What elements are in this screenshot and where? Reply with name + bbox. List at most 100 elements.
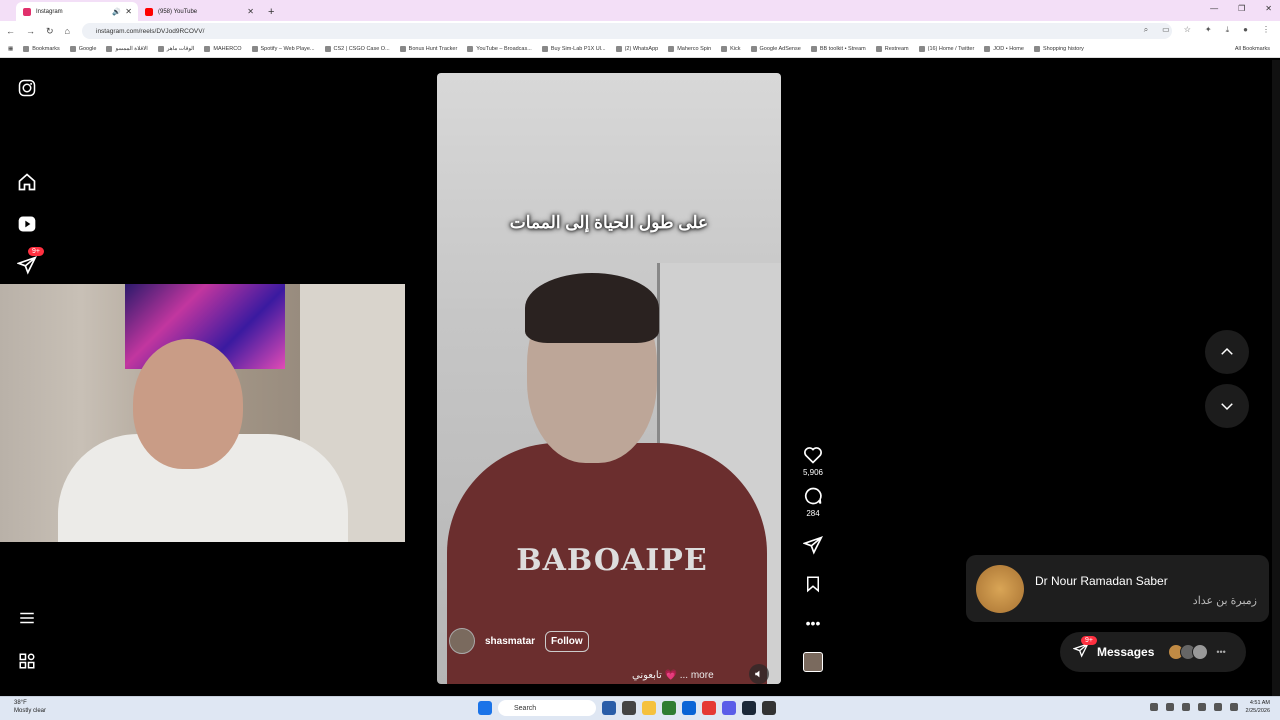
instagram-favicon-icon <box>23 7 31 16</box>
close-tab-icon[interactable]: ✕ <box>125 7 132 16</box>
tray-icon[interactable] <box>1165 703 1174 711</box>
bookmark-item[interactable]: الاقلاة الممسو <box>106 46 148 52</box>
edge-icon[interactable] <box>662 701 676 715</box>
forward-icon[interactable]: → <box>26 26 35 36</box>
minimize-icon[interactable]: — <box>1210 4 1218 13</box>
maximize-icon[interactable]: ❐ <box>1238 4 1245 13</box>
taskbar-apps: Search <box>478 700 776 716</box>
toolbar-icons: ⌕ ▭ ☆ ✦ ⤓ ● ⋮ <box>1144 25 1270 35</box>
instagram-reels-page: 9+ BABOAIPE على طول الحياة إلى الممات sh… <box>0 60 1280 696</box>
author-avatar[interactable] <box>449 628 475 654</box>
reel-video[interactable]: BABOAIPE على طول الحياة إلى الممات shasm… <box>437 73 781 684</box>
bookmark-item[interactable]: YouTube – Broadcas... <box>467 46 532 52</box>
bookmark-item[interactable]: Maherco Spin <box>668 46 711 52</box>
bookmark-item[interactable]: Shopping history <box>1033 46 1084 52</box>
ellipsis-icon: ••• <box>805 615 821 631</box>
next-reel-button[interactable] <box>1205 384 1249 428</box>
follow-button[interactable]: Follow <box>545 630 589 652</box>
page-scrollbar[interactable] <box>1272 60 1280 696</box>
tab-youtube[interactable]: (958) YouTube ✕ <box>138 2 260 21</box>
discord-icon[interactable] <box>722 701 736 715</box>
weather-widget[interactable]: 38°F Mostly clear <box>14 699 46 715</box>
chrome-icon[interactable] <box>702 701 716 715</box>
bookmark-item[interactable]: Google AdSense <box>750 46 801 52</box>
sender-avatar <box>976 565 1024 613</box>
bookmark-item[interactable]: Kick <box>721 46 741 52</box>
tray-icon[interactable] <box>1181 703 1190 711</box>
heart-icon <box>804 447 822 464</box>
share-button[interactable] <box>803 535 823 555</box>
bookmark-item[interactable]: Spotify – Web Playe... <box>251 46 315 52</box>
wifi-icon[interactable] <box>1213 703 1222 711</box>
profile-icon[interactable]: ● <box>1243 25 1248 35</box>
more-options-button[interactable]: ••• <box>806 615 821 631</box>
speaker-icon[interactable]: 🔊 <box>112 8 121 16</box>
bookmark-item[interactable]: MAHERCO <box>204 46 242 52</box>
extensions-icon[interactable]: ✦ <box>1205 25 1212 35</box>
direct-messages-icon[interactable]: 9+ <box>15 247 44 277</box>
comment-icon <box>804 487 822 505</box>
tray-icon[interactable] <box>1197 703 1206 711</box>
reload-icon[interactable]: ↻ <box>46 26 54 37</box>
reel-description[interactable]: تابعوني 💗 ... more <box>632 670 714 681</box>
tray-icon[interactable] <box>1149 703 1158 711</box>
reels-icon[interactable] <box>15 212 39 236</box>
obs-icon[interactable] <box>762 701 776 715</box>
volume-icon[interactable] <box>1229 703 1238 711</box>
new-tab-button[interactable]: + <box>268 6 274 18</box>
like-count: 5,906 <box>802 468 824 477</box>
bookmark-item[interactable]: Restream <box>875 46 909 52</box>
back-icon[interactable]: ← <box>6 26 15 36</box>
comment-button[interactable]: 284 <box>803 486 823 518</box>
sender-name: Dr Nour Ramadan Saber <box>1035 574 1168 588</box>
star-icon[interactable]: ☆ <box>1184 25 1191 35</box>
url-input[interactable]: instagram.com/reels/DVJod9RCOVV/ <box>82 23 1172 39</box>
windows-taskbar: 38°F Mostly clear Search 4:51 AM 2/25/20… <box>0 696 1280 720</box>
like-button[interactable]: 5,906 <box>803 445 823 477</box>
bookmark-item[interactable]: (2) WhatsApp <box>615 46 658 52</box>
start-icon[interactable] <box>478 701 492 715</box>
file-explorer-icon[interactable] <box>642 701 656 715</box>
previous-reel-button[interactable] <box>1205 330 1249 374</box>
bookmark-item[interactable]: Buy Sim-Lab P1X Ul... <box>541 46 606 52</box>
bookmark-item[interactable]: الوقات ماهر <box>157 46 194 52</box>
bookmark-item[interactable]: Bookmarks <box>23 46 60 52</box>
menu-icon[interactable]: ⋮ <box>1262 25 1270 35</box>
copilot-icon[interactable] <box>622 701 636 715</box>
all-bookmarks[interactable]: All Bookmarks <box>1235 46 1270 52</box>
bookmark-item[interactable]: Google <box>69 46 96 52</box>
message-avatars <box>1168 644 1209 660</box>
mute-button[interactable] <box>749 664 769 684</box>
home-icon[interactable] <box>15 170 39 194</box>
apps-icon[interactable]: ▦ <box>8 46 13 52</box>
tab-instagram[interactable]: Instagram 🔊 ✕ <box>16 2 138 21</box>
audio-thumbnail[interactable] <box>803 652 823 672</box>
cast-icon[interactable]: ▭ <box>1162 25 1170 35</box>
zoom-icon[interactable]: ⌕ <box>1144 25 1148 35</box>
bookmark-item[interactable]: CS2 | CSGO Case O... <box>324 46 390 52</box>
more-menu-icon[interactable] <box>15 606 39 630</box>
task-view-icon[interactable] <box>602 701 616 715</box>
save-button[interactable] <box>804 574 822 594</box>
close-tab-icon[interactable]: ✕ <box>247 7 254 16</box>
reel-actions: 5,906 284 ••• <box>797 445 829 681</box>
message-notification[interactable]: Dr Nour Ramadan Saber زمبرة بن عداد <box>966 555 1269 622</box>
bookmark-item[interactable]: Bonus Hunt Tracker <box>399 46 457 52</box>
bookmark-item[interactable]: BB toolkit • Stream <box>810 46 866 52</box>
clock[interactable]: 4:51 AM 2/25/2026 <box>1246 699 1270 715</box>
taskbar-search[interactable]: Search <box>498 700 596 716</box>
close-window-icon[interactable]: ✕ <box>1265 4 1272 13</box>
home-icon[interactable]: ⌂ <box>65 26 70 36</box>
store-icon[interactable] <box>682 701 696 715</box>
author-username[interactable]: shasmatar <box>485 636 535 647</box>
download-icon[interactable]: ⤓ <box>1226 25 1230 35</box>
bookmark-item[interactable]: (16) Home / Twitter <box>918 46 974 52</box>
messages-bar[interactable]: 9+ Messages ••• <box>1060 632 1246 672</box>
steam-icon[interactable] <box>742 701 756 715</box>
notification-message: زمبرة بن عداد <box>1192 595 1257 607</box>
instagram-logo-icon[interactable] <box>15 76 39 100</box>
notification-badge: 9+ <box>28 247 44 256</box>
bookmark-item[interactable]: JOD • Home <box>984 46 1024 52</box>
also-from-meta-icon[interactable] <box>15 649 39 673</box>
youtube-favicon-icon <box>145 7 153 16</box>
